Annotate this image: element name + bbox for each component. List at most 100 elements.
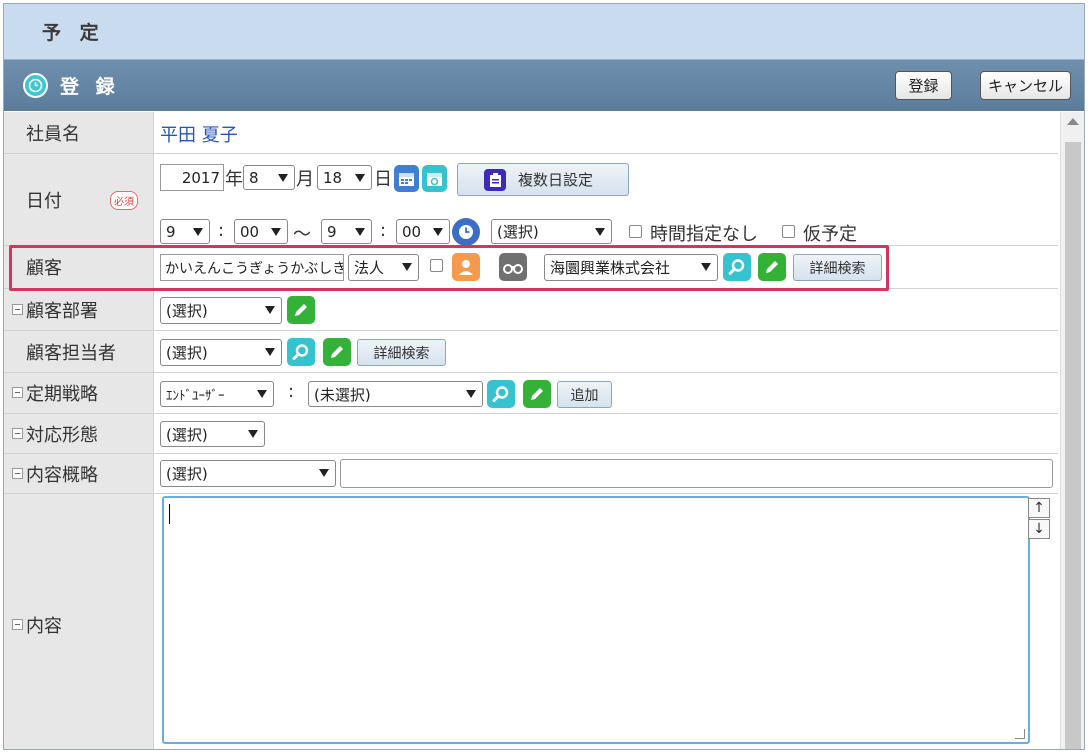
row-customer: 顧客 かいえんこうぎょうかぶしきがいしゃ 法人 海圜興業株式会社 <box>4 246 1058 289</box>
collapse-toggle[interactable] <box>12 387 23 398</box>
strategy-sep: : <box>288 381 295 402</box>
row-strategy: 定期戦略 ｴﾝﾄﾞﾕｰｻﾞｰ : (未選択) 追加 <box>4 373 1058 414</box>
start-hour-select[interactable]: 9 <box>160 219 210 244</box>
end-hour-value: 9 <box>327 222 337 241</box>
cancel-button[interactable]: キャンセル <box>980 71 1071 100</box>
strategy-label-text: 定期戦略 <box>26 384 98 405</box>
customer-kana-input[interactable]: かいえんこうぎょうかぶしきがいしゃ <box>160 254 344 281</box>
start-minute-value: 00 <box>240 222 260 241</box>
summary-label-text: 内容概略 <box>26 464 98 486</box>
search-icon[interactable] <box>287 338 315 366</box>
customer-checkbox[interactable] <box>430 259 443 272</box>
customer-type-select[interactable]: 法人 <box>348 254 419 281</box>
no-time-label: 時間指定なし <box>650 224 758 245</box>
resize-handle[interactable] <box>1015 729 1025 739</box>
start-hour-value: 9 <box>166 222 176 241</box>
response-select[interactable]: (選択) <box>160 421 265 447</box>
end-time-sep: : <box>380 220 387 241</box>
customer-contact-value: (選択) <box>166 344 208 362</box>
window-title: 予 定 <box>42 22 105 44</box>
month-select[interactable]: 8 <box>243 165 295 190</box>
response-label-text: 対応形態 <box>26 424 98 446</box>
day-value: 18 <box>323 168 343 187</box>
row-summary: 内容概略 (選択) <box>4 454 1058 494</box>
employee-name: 平田 夏子 <box>160 125 238 146</box>
customer-contact-select[interactable]: (選択) <box>160 339 282 366</box>
section-title: 登 録 <box>60 76 120 98</box>
register-button[interactable]: 登録 <box>895 71 952 100</box>
summary-label: 内容概略 <box>4 454 154 493</box>
no-time-checkbox[interactable] <box>629 225 642 238</box>
collapse-toggle[interactable] <box>12 619 23 630</box>
multi-day-button[interactable]: 複数日設定 <box>457 163 629 196</box>
customer-dept-select[interactable]: (選択) <box>160 297 282 324</box>
calendar-alt-icon[interactable] <box>422 165 447 192</box>
scroll-up-icon[interactable] <box>1067 118 1079 125</box>
clipboard-icon <box>484 169 506 191</box>
day-select[interactable]: 18 <box>317 165 372 190</box>
strategy-select[interactable]: (未選択) <box>308 381 483 407</box>
collapse-toggle[interactable] <box>12 427 23 439</box>
day-unit: 日 <box>374 169 392 190</box>
strategy-add-button[interactable]: 追加 <box>557 381 612 408</box>
summary-text-input[interactable] <box>340 459 1053 488</box>
company-value: 海圜興業株式会社 <box>550 259 671 277</box>
month-unit: 月 <box>296 169 314 190</box>
time-preset-select[interactable]: (選択) <box>491 219 612 244</box>
scroll-thumb[interactable] <box>1065 142 1081 749</box>
year-unit: 年 <box>225 169 243 190</box>
response-value: (選択) <box>166 425 208 444</box>
customer-label: 顧客 <box>4 246 154 288</box>
window-title-bar: 予 定 <box>4 4 1084 60</box>
customer-dept-label-text: 顧客部署 <box>26 300 98 322</box>
schedule-window: 予 定 登 録 登録 キャンセル 社員名 平田 夏子 日付 必須 2017 年 <box>3 3 1085 750</box>
row-customer-contact: 顧客担当者 (選択) 詳細検索 <box>4 331 1058 373</box>
customer-type-value: 法人 <box>354 259 385 277</box>
person-icon[interactable] <box>452 253 480 281</box>
end-hour-select[interactable]: 9 <box>321 219 372 244</box>
binoculars-icon[interactable] <box>499 253 527 281</box>
row-date: 日付 必須 2017 年 8 月 18 日 複数日設定 9: 00 ～ 9:… <box>4 154 1058 246</box>
summary-select[interactable]: (選択) <box>160 460 336 487</box>
collapse-toggle[interactable] <box>12 467 23 479</box>
expand-up-icon[interactable]: ↑ <box>1028 498 1050 518</box>
end-minute-select[interactable]: 00 <box>396 219 450 244</box>
company-select[interactable]: 海圜興業株式会社 <box>544 254 718 281</box>
search-icon[interactable] <box>487 380 515 408</box>
end-minute-value: 00 <box>402 222 422 241</box>
details-textarea[interactable] <box>162 496 1030 744</box>
section-header: 登 録 登録 キャンセル <box>4 60 1084 111</box>
collapse-toggle[interactable] <box>12 303 23 315</box>
response-label: 対応形態 <box>4 414 154 453</box>
pencil-icon[interactable] <box>287 296 315 324</box>
row-customer-dept: 顧客部署 (選択) <box>4 289 1058 331</box>
clock-icon[interactable] <box>452 218 480 246</box>
row-response: 対応形態 (選択) <box>4 414 1058 454</box>
scrollbar[interactable] <box>1060 112 1084 749</box>
customer-dept-value: (選択) <box>166 302 208 320</box>
strategy-type-select[interactable]: ｴﾝﾄﾞﾕｰｻﾞｰ <box>160 381 274 407</box>
required-badge: 必須 <box>110 191 138 210</box>
expand-down-icon[interactable]: ↓ <box>1028 519 1050 539</box>
year-input[interactable]: 2017 <box>160 164 224 191</box>
strategy-value: (未選択) <box>314 385 371 404</box>
strategy-label: 定期戦略 <box>4 373 154 413</box>
pencil-icon[interactable] <box>523 380 551 408</box>
tentative-label: 仮予定 <box>803 224 857 245</box>
summary-value: (選択) <box>166 465 208 483</box>
search-icon[interactable] <box>723 253 751 281</box>
start-time-sep: : <box>218 220 225 241</box>
pencil-icon[interactable] <box>323 338 351 366</box>
contact-detail-search-button[interactable]: 詳細検索 <box>357 339 446 366</box>
row-employee: 社員名 平田 夏子 <box>4 112 1058 154</box>
customer-dept-label: 顧客部署 <box>4 289 154 330</box>
customer-contact-label: 顧客担当者 <box>4 331 154 372</box>
pencil-icon[interactable] <box>758 253 786 281</box>
customer-detail-search-button[interactable]: 詳細検索 <box>793 254 882 281</box>
calendar-icon[interactable] <box>394 165 419 192</box>
tentative-checkbox[interactable] <box>782 225 795 238</box>
month-value: 8 <box>249 168 259 187</box>
start-minute-select[interactable]: 00 <box>234 219 288 244</box>
employee-label: 社員名 <box>4 112 154 153</box>
time-preset-value: (選択) <box>497 223 539 241</box>
